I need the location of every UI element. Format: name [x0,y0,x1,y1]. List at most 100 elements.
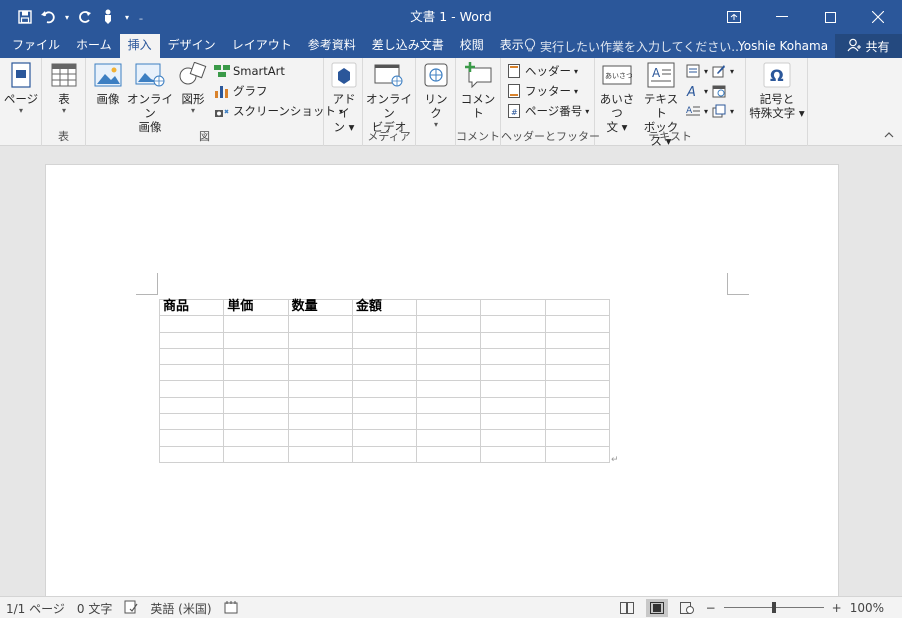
table-cell[interactable] [287,331,353,349]
word-count[interactable]: 0 文字 [77,600,112,617]
tab-layout[interactable]: レイアウト [224,34,300,58]
table-cell[interactable] [351,396,418,415]
table-cell[interactable] [416,364,482,382]
table-cell[interactable] [480,413,546,431]
table-cell[interactable] [480,396,546,415]
table-cell[interactable] [351,429,418,447]
greeting-button[interactable]: あいさつ あいさつ 文 ▾ [596,60,638,134]
table-cell[interactable] [158,380,225,398]
zoom-slider-thumb[interactable] [771,602,776,613]
table-cell[interactable] [480,347,546,366]
table-cell[interactable] [544,298,611,317]
table-cell[interactable] [480,331,546,349]
table-cell[interactable] [287,380,353,398]
table-cell[interactable] [416,445,482,463]
symbols-button[interactable]: Ω 記号と 特殊文字 ▾ [747,60,807,120]
header-button[interactable]: ヘッダー ▾ [506,62,578,80]
table-cell[interactable] [223,364,289,382]
zoom-out-button[interactable]: − [706,601,716,615]
table-cell[interactable] [351,331,418,349]
table-cell[interactable] [223,413,289,431]
zoom-in-button[interactable]: + [832,601,842,615]
tab-review[interactable]: 校閲 [452,34,492,58]
table-cell[interactable] [351,364,418,382]
table-cell[interactable] [287,445,353,463]
table-cell[interactable] [158,331,225,349]
proofing-icon[interactable] [124,600,138,617]
tab-references[interactable]: 参考資料 [300,34,364,58]
online-picture-button[interactable]: オンライン 画像 [126,60,174,134]
table-cell[interactable] [544,429,611,447]
touch-mode-icon[interactable] [98,4,120,30]
table-cell[interactable] [544,445,611,463]
tab-file[interactable]: ファイル [4,34,68,58]
print-layout-icon[interactable] [645,599,668,617]
user-name[interactable]: Yoshie Kohama [738,34,828,58]
table-cell[interactable] [544,364,611,382]
table-button[interactable]: 表 ▾ [47,60,81,116]
table-cell[interactable] [480,364,546,382]
addins-button[interactable]: アドイ ン ▾ [327,60,361,134]
zoom-slider[interactable] [723,599,824,617]
table-cell[interactable] [223,315,289,333]
table-cell[interactable] [287,315,353,333]
table-cell[interactable] [158,364,225,382]
maximize-icon[interactable] [806,0,854,34]
table-cell[interactable] [223,380,289,398]
table-cell[interactable] [287,413,353,431]
smartart-button[interactable]: SmartArt [214,62,285,80]
table-cell[interactable]: 単価 [223,298,289,317]
table-cell[interactable] [287,429,353,447]
undo-dropdown-icon[interactable]: ▾ [62,4,72,30]
object-icon[interactable] [711,103,727,119]
table-cell[interactable] [480,429,546,447]
shapes-button[interactable]: 図形 ▾ [176,60,210,116]
online-video-button[interactable]: オンライン ビデオ [365,60,413,134]
table-cell[interactable] [544,380,611,398]
table-cell[interactable] [416,429,482,447]
signature-line-icon[interactable] [711,63,727,79]
table-cell[interactable] [223,429,289,447]
table-cell[interactable] [416,298,482,317]
table-cell[interactable]: 商品 [158,298,225,317]
table-cell[interactable] [544,413,611,431]
table-cell[interactable] [158,429,225,447]
comment-button[interactable]: コメント [458,60,498,120]
table-cell[interactable] [416,396,482,415]
tell-me-box[interactable]: 実行したい作業を入力してください... [524,34,743,58]
macro-recording-icon[interactable] [224,600,238,617]
table-cell[interactable] [158,396,225,415]
pages-button[interactable]: ページ ▾ [3,60,39,116]
tab-home[interactable]: ホーム [68,34,120,58]
table-cell[interactable] [223,331,289,349]
share-button[interactable]: 共有 [835,34,902,58]
table-cell[interactable] [544,331,611,349]
page-count[interactable]: 1/1 ページ [6,600,65,617]
table-cell[interactable] [544,347,611,366]
document-table[interactable]: 商品 単価 数量 金額 [158,298,611,463]
table-cell[interactable] [287,347,353,366]
redo-icon[interactable] [74,4,96,30]
save-icon[interactable] [14,4,36,30]
table-cell[interactable] [416,331,482,349]
close-icon[interactable] [854,0,902,34]
table-cell[interactable] [351,380,418,398]
drop-cap-button[interactable]: A ▾ ▾ [685,102,734,120]
ribbon-display-options-icon[interactable] [710,0,758,34]
table-cell[interactable] [158,315,225,333]
date-time-icon[interactable] [711,83,727,99]
table-cell[interactable] [351,315,418,333]
table-cell[interactable] [158,347,225,366]
table-cell[interactable] [416,380,482,398]
tab-design[interactable]: デザイン [160,34,224,58]
table-cell[interactable]: 数量 [287,298,353,317]
touch-mode-dropdown-icon[interactable]: ▾ [122,4,132,30]
table-cell[interactable]: 金額 [351,298,418,317]
table-cell[interactable] [223,396,289,415]
link-button[interactable]: リンク ▾ [419,60,453,130]
table-cell[interactable] [351,413,418,431]
read-mode-icon[interactable] [616,599,638,617]
table-cell[interactable] [351,445,418,463]
web-layout-icon[interactable] [676,599,698,617]
footer-button[interactable]: フッター ▾ [506,82,578,100]
